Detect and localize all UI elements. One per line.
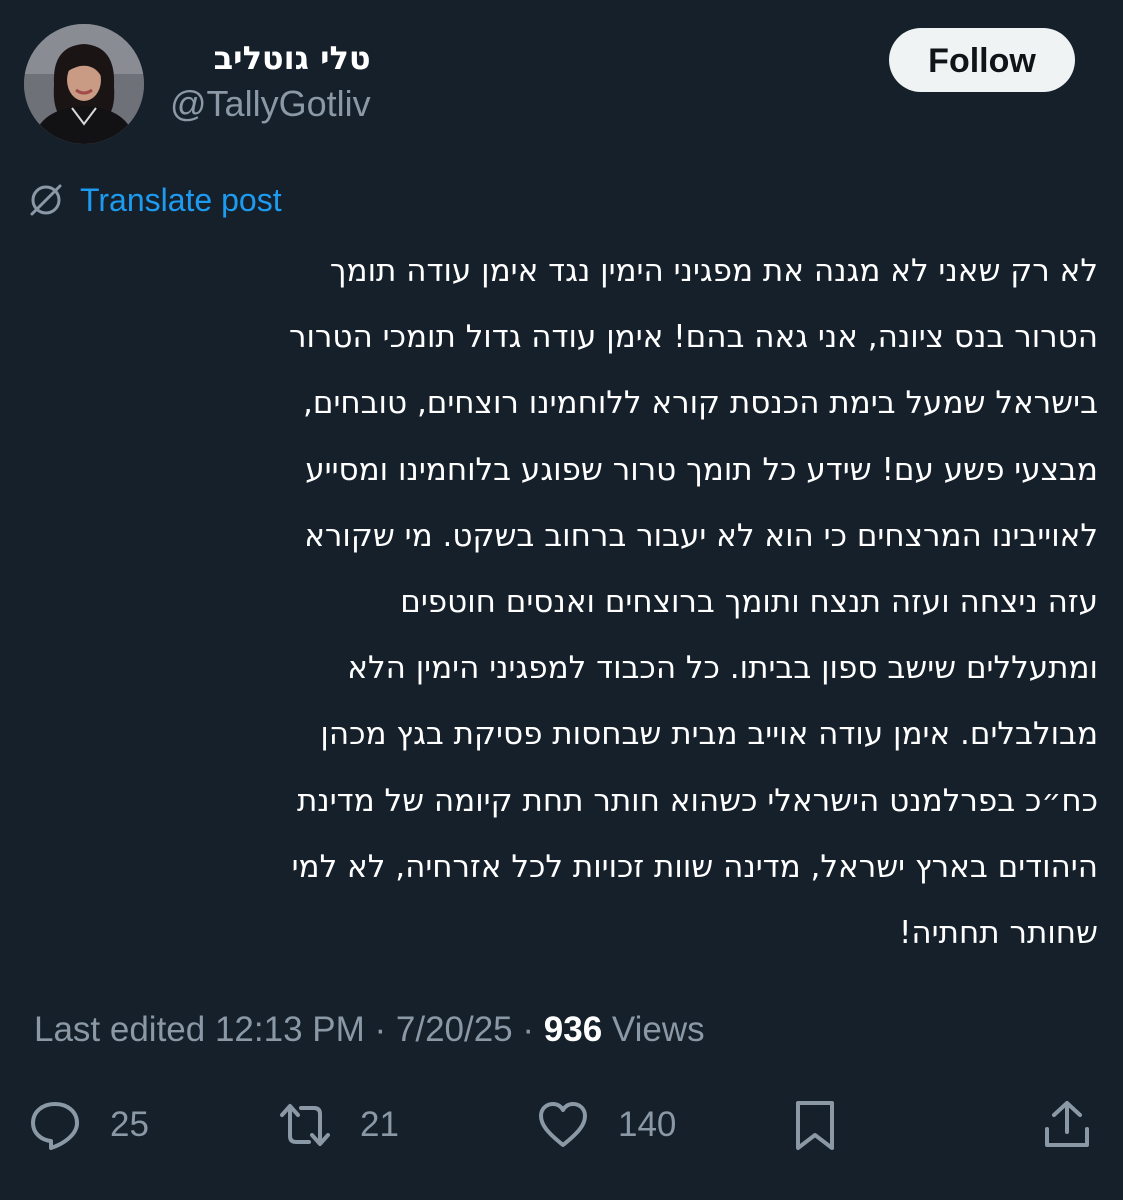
translate-post-label: Translate post (80, 181, 282, 218)
post-text-line: ומתעללים שישב ספון בביתו. כל הכבוד למפגי… (347, 650, 1098, 687)
reply-count: 25 (110, 1105, 149, 1144)
post-actions: 25 21 140 (28, 1095, 1098, 1155)
repost-icon (280, 1104, 330, 1146)
repost-button[interactable]: 21 (278, 1095, 399, 1155)
post-timestamp[interactable]: Last edited 12:13 PM · 7/20/25 (34, 1010, 513, 1049)
author-display-name[interactable]: טלי גוטליב (170, 38, 371, 78)
repost-count: 21 (360, 1105, 399, 1144)
post-text-line: מבצעי פשע עם! שידע כל תומך טרור שפוגע בל… (305, 451, 1098, 488)
author-avatar[interactable] (24, 24, 144, 144)
post-text-line: הטרור בנס ציונה, אני גאה בהם! אימן עודה … (288, 319, 1098, 356)
heart-icon (539, 1102, 587, 1147)
reply-icon (31, 1102, 79, 1150)
share-icon (1045, 1101, 1089, 1147)
views-count: 936 (543, 1010, 603, 1049)
post-text-line: היהודים בארץ ישראל, מדינה שוות זכויות לכ… (291, 848, 1098, 885)
post-text-line: כח״כ בפרלמנט הישראלי כשהוא חותר תחת קיומ… (296, 782, 1098, 819)
bookmark-icon (796, 1101, 834, 1150)
bookmark-button[interactable] (788, 1095, 842, 1155)
reply-button[interactable]: 25 (28, 1095, 149, 1155)
like-count: 140 (618, 1105, 677, 1144)
follow-button[interactable]: Follow (889, 28, 1075, 92)
profile-photo-icon (24, 24, 144, 144)
views-label: Views (602, 1010, 705, 1049)
post-text-line: עזה ניצחה ועזה תנצח ותומך ברוצחים ואנסים… (400, 583, 1098, 620)
meta-separator: · (512, 1010, 544, 1049)
post-meta: Last edited 12:13 PM · 7/20/25 · 936 Vie… (34, 1008, 705, 1052)
share-button[interactable] (1040, 1095, 1094, 1155)
post-text-line: בישראל שמעל בימת הכנסת קורא ללוחמינו רוצ… (303, 385, 1098, 422)
post-text-line: מבולבלים. אימן עודה אוייב מבית שבחסות פס… (320, 716, 1098, 753)
post-text-line: לא רק שאני לא מגנה את מפגיני הימין נגד א… (329, 253, 1098, 289)
author-handle[interactable]: @TallyGotliv (170, 82, 371, 126)
post-text-line: לאוייבינו המרצחים כי הוא לא יעבור ברחוב … (304, 517, 1098, 554)
globe-slash-icon (30, 184, 62, 216)
post-text-line: שחותר תחתיה! (898, 914, 1098, 951)
translate-post-link[interactable]: Translate post (26, 178, 282, 222)
like-button[interactable]: 140 (536, 1095, 676, 1155)
post-text: לא רק שאני לא מגנה את מפגיני הימין נגד א… (26, 238, 1098, 951)
post-header: טלי גוטליב @TallyGotliv Follow (24, 22, 1075, 144)
